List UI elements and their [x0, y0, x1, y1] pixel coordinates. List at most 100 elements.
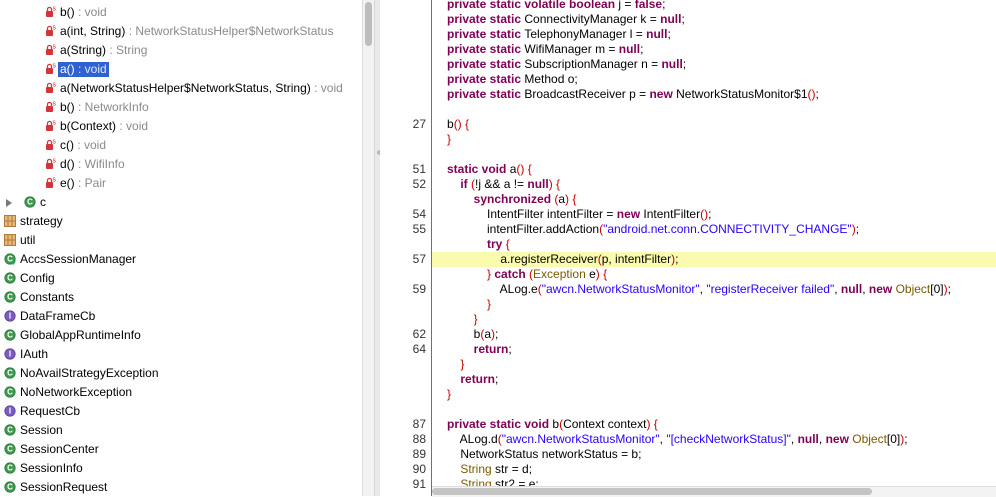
tree-item[interactable]: I DataFrameCb [0, 307, 360, 326]
code-line[interactable]: synchronized (a) { [432, 192, 996, 207]
code-line[interactable]: } [432, 312, 996, 327]
tree-item[interactable]: Sb(Context) : void [0, 117, 360, 136]
tree-item-label: RequestCb [20, 404, 80, 419]
tree-item[interactable]: C SessionCenter [0, 440, 360, 459]
tree-item[interactable]: Se() : Pair [0, 174, 360, 193]
code-line[interactable]: intentFilter.addAction("android.net.conn… [432, 222, 996, 237]
tree-item[interactable]: C Config [0, 269, 360, 288]
tree-item[interactable]: C SessionRequest [0, 478, 360, 496]
tree-item[interactable]: Sa(int, String) : NetworkStatusHelper$Ne… [0, 22, 360, 41]
tree-item[interactable]: util [0, 231, 360, 250]
tree-item-name: e() [60, 176, 75, 190]
code-token: ConnectivityManager k = [524, 12, 661, 26]
private-static-method-icon: S [44, 82, 56, 94]
code-line[interactable]: IntentFilter intentFilter = new IntentFi… [432, 207, 996, 222]
code-line[interactable] [432, 147, 996, 162]
tree-item[interactable]: Sa(NetworkStatusHelper$NetworkStatus, St… [0, 79, 360, 98]
line-number-gutter: 27 51 52 54 55 57 59 62 64 87 88 89 90 91 [380, 0, 432, 496]
tree-item-label: e() : Pair [60, 176, 106, 191]
code-line[interactable]: NetworkStatus networkStatus = b; [432, 447, 996, 462]
private-static-method-icon: S [44, 25, 56, 37]
code-editor[interactable]: 27 51 52 54 55 57 59 62 64 87 88 89 90 91 private sta… [380, 0, 996, 496]
code-line[interactable]: String str = d; [432, 462, 996, 477]
code-line[interactable]: if (!j && a != null) { [432, 177, 996, 192]
svg-text:C: C [7, 388, 13, 397]
editor-horizontal-scrollbar[interactable] [432, 486, 996, 497]
code-token: !j && a != [475, 177, 528, 191]
code-line[interactable]: private static volatile boolean j = fals… [432, 0, 996, 12]
code-line[interactable]: } [432, 132, 996, 147]
tree-item[interactable]: I IAuth [0, 345, 360, 364]
outline-scrollbar-thumb[interactable] [365, 2, 372, 46]
code-token: , [790, 432, 798, 446]
tree-item[interactable]: Sd() : WifiInfo [0, 155, 360, 174]
code-line[interactable]: private static WifiManager m = null; [432, 42, 996, 57]
private-static-method-icon: S [44, 120, 56, 132]
tree-item-label: SessionRequest [20, 480, 107, 495]
tree-item[interactable]: Sa(String) : String [0, 41, 360, 60]
code-line[interactable]: } [432, 357, 996, 372]
code-line[interactable]: private static TelephonyManager l = null… [432, 27, 996, 42]
code-line[interactable]: private static void b(Context context) { [432, 417, 996, 432]
code-line[interactable]: return; [432, 342, 996, 357]
code-token: if [460, 177, 472, 191]
code-line[interactable]: } [432, 297, 996, 312]
code-line[interactable]: private static Method o; [432, 72, 996, 87]
code-line[interactable]: ALog.e("awcn.NetworkStatusMonitor", "reg… [432, 282, 996, 297]
svg-text:I: I [9, 350, 11, 359]
code-line[interactable]: b() { [432, 117, 996, 132]
code-line[interactable]: return; [432, 372, 996, 387]
code-line[interactable]: private static BroadcastReceiver p = new… [432, 87, 996, 102]
code-token: static void [447, 162, 510, 176]
code-token: WifiManager m = [524, 42, 619, 56]
tree-item[interactable]: I RequestCb [0, 402, 360, 421]
code-token: TelephonyManager l = [524, 27, 647, 41]
code-token: } [473, 312, 478, 326]
editor-scrollbar-thumb[interactable] [432, 488, 872, 495]
tree-item[interactable]: C Session [0, 421, 360, 440]
svg-text:C: C [7, 293, 13, 302]
code-line[interactable] [432, 102, 996, 117]
tree-item[interactable]: C NoAvailStrategyException [0, 364, 360, 383]
code-line[interactable]: a.registerReceiver(p, intentFilter); [432, 252, 996, 267]
outline-tree: Sb() : void Sa(int, String) : NetworkStat… [0, 0, 362, 496]
tree-item[interactable]: C AccsSessionManager [0, 250, 360, 269]
code-line[interactable]: ALog.d("awcn.NetworkStatusMonitor", "[ch… [432, 432, 996, 447]
tree-item-label: DataFrameCb [20, 309, 95, 324]
code-token: } [447, 387, 452, 401]
tree-item-type: : void [74, 62, 107, 76]
code-token: null [840, 282, 863, 296]
tree-item[interactable]: Sb() : NetworkInfo [0, 98, 360, 117]
code-line[interactable]: } catch (Exception e) { [432, 267, 996, 282]
code-token: private static [447, 57, 525, 71]
tree-item[interactable]: C Constants [0, 288, 360, 307]
code-token: ) { [565, 192, 577, 206]
line-number: 87 [412, 417, 426, 431]
tree-item[interactable]: Sa() : void [0, 60, 360, 79]
svg-text:C: C [7, 445, 13, 454]
code-token: null [527, 177, 549, 191]
code-line[interactable]: } [432, 387, 996, 402]
expand-arrow-icon[interactable] [6, 199, 12, 207]
tree-item[interactable]: Sc() : void [0, 136, 360, 155]
tree-item[interactable]: strategy [0, 212, 360, 231]
code-line[interactable]: private static ConnectivityManager k = n… [432, 12, 996, 27]
tree-item[interactable]: C SessionInfo [0, 459, 360, 478]
code-line[interactable] [432, 402, 996, 417]
code-line[interactable]: static void a() { [432, 162, 996, 177]
code-line[interactable]: private static SubscriptionManager n = n… [432, 57, 996, 72]
line-number: 89 [412, 447, 426, 461]
code-token: [0] [886, 432, 901, 446]
tree-item[interactable]: C NoNetworkException [0, 383, 360, 402]
tree-item[interactable]: Cc [0, 193, 360, 212]
tree-item-label: b() : NetworkInfo [60, 100, 149, 115]
code-line[interactable]: b(a); [432, 327, 996, 342]
code-line[interactable]: try { [432, 237, 996, 252]
tree-item[interactable]: Sb() : void [0, 3, 360, 22]
code-token: null [646, 27, 668, 41]
tree-item-type: : void [116, 119, 149, 133]
tree-item[interactable]: C GlobalAppRuntimeInfo [0, 326, 360, 345]
svg-text:C: C [7, 331, 13, 340]
